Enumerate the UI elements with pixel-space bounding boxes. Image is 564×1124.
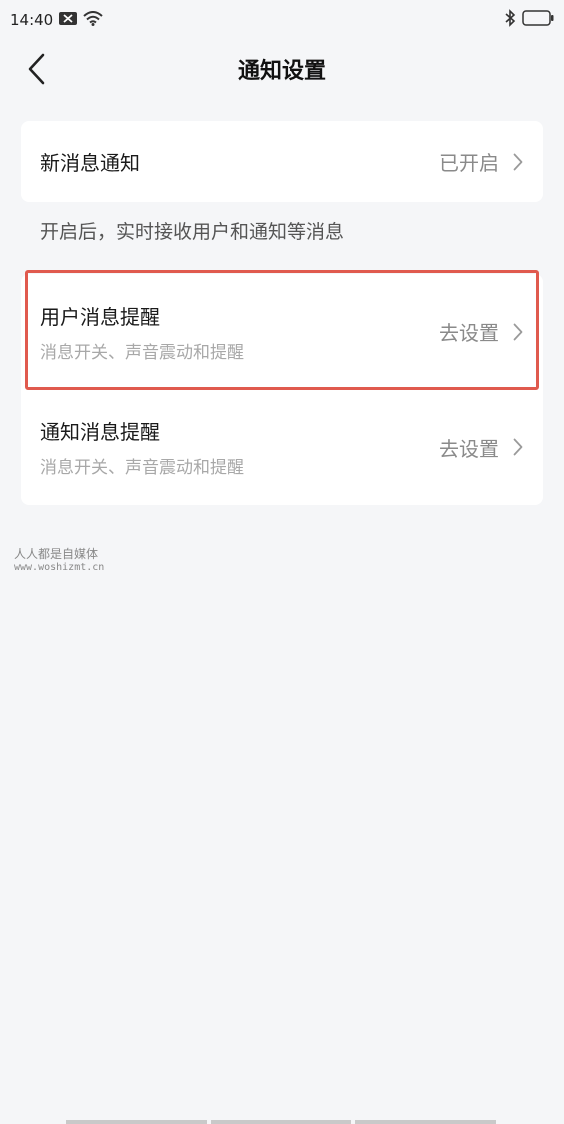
notification-message-reminder-text: 通知消息提醒 消息开关、声音震动和提醒 xyxy=(40,416,244,478)
wifi-icon xyxy=(83,10,103,30)
status-left: 14:40 xyxy=(10,10,103,30)
status-right xyxy=(504,9,554,31)
notification-message-reminder-action: 去设置 xyxy=(439,433,523,462)
watermark-line1: 人人都是自媒体 xyxy=(14,547,99,561)
watermark-line2: www.woshizmt.cn xyxy=(14,562,105,573)
notification-message-reminder-subtitle: 消息开关、声音震动和提醒 xyxy=(40,458,244,478)
user-message-reminder-title: 用户消息提醒 xyxy=(40,304,160,329)
hint-text: 开启后，实时接收用户和通知等消息 xyxy=(40,221,345,243)
reminder-settings-card: 用户消息提醒 消息开关、声音震动和提醒 去设置 通知消息提醒 消息开关、声音震动… xyxy=(21,274,543,505)
notification-message-reminder-action-label: 去设置 xyxy=(439,436,499,461)
nav-bar: 通知设置 xyxy=(0,40,564,98)
new-message-row[interactable]: 新消息通知 已开启 xyxy=(21,121,543,202)
status-bar: 14:40 xyxy=(0,0,564,40)
bottom-line xyxy=(210,1120,352,1124)
back-button[interactable] xyxy=(20,52,52,86)
bottom-divider xyxy=(66,1120,497,1124)
chevron-right-icon xyxy=(513,323,523,340)
notification-message-reminder-title: 通知消息提醒 xyxy=(40,420,160,444)
user-message-reminder-action: 去设置 xyxy=(439,317,523,346)
status-time: 14:40 xyxy=(10,11,54,29)
bottom-line xyxy=(355,1120,497,1124)
chevron-left-icon xyxy=(28,53,45,85)
battery-icon xyxy=(522,10,554,30)
user-message-reminder-text: 用户消息提醒 消息开关、声音震动和提醒 xyxy=(40,301,244,363)
new-message-card: 新消息通知 已开启 xyxy=(21,121,543,202)
user-message-reminder-row[interactable]: 用户消息提醒 消息开关、声音震动和提醒 去设置 xyxy=(21,274,543,389)
user-message-reminder-subtitle: 消息开关、声音震动和提醒 xyxy=(40,342,244,363)
bluetooth-icon xyxy=(504,9,516,31)
bottom-line xyxy=(66,1120,207,1124)
page-title: 通知设置 xyxy=(237,59,326,84)
new-message-label: 新消息通知 xyxy=(40,151,140,175)
notification-message-reminder-row[interactable]: 通知消息提醒 消息开关、声音震动和提醒 去设置 xyxy=(21,389,543,505)
new-message-value: 已开启 xyxy=(439,151,499,175)
user-message-reminder-action-label: 去设置 xyxy=(439,321,499,345)
chevron-right-icon xyxy=(513,438,523,456)
message-icon xyxy=(59,11,78,29)
new-message-status: 已开启 xyxy=(439,147,523,176)
chevron-right-icon xyxy=(513,153,523,170)
watermark: 人人都是自媒体 www.woshizmt.cn xyxy=(14,547,104,575)
